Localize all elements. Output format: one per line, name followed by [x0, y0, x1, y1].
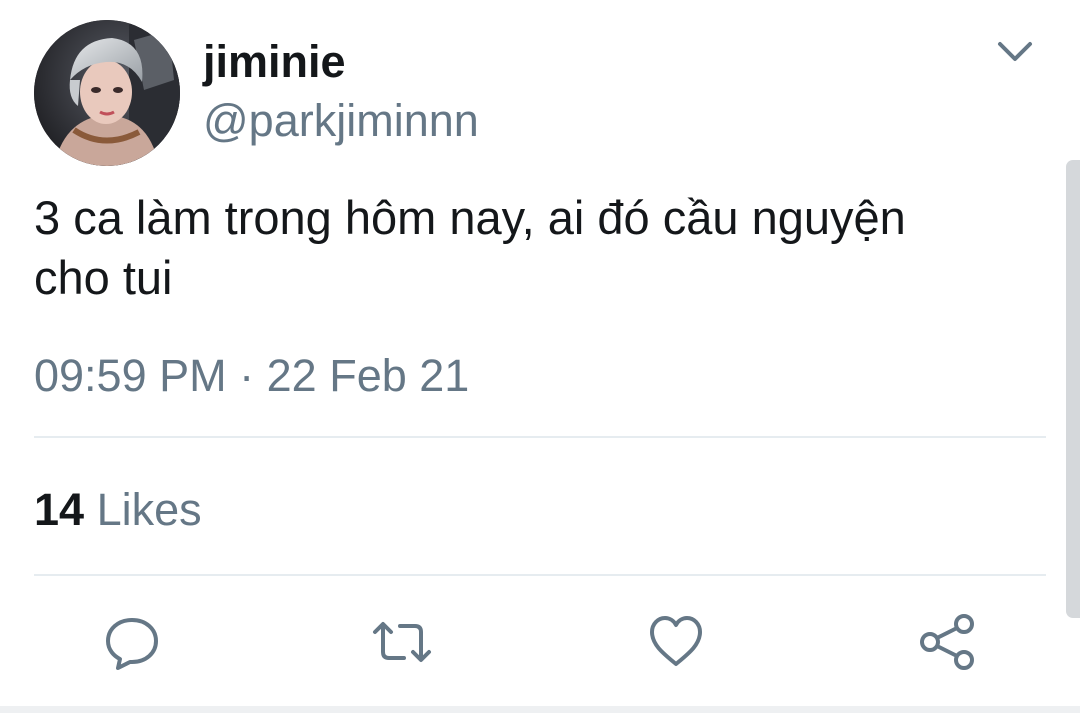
tweet-text-line: cho tui: [34, 251, 173, 304]
timestamp-separator: ·: [239, 350, 255, 401]
tweet-card: jiminie @parkjiminnn 3 ca làm trong hôm …: [0, 0, 1080, 713]
like-button[interactable]: [646, 612, 706, 672]
bottom-divider: [0, 706, 1080, 713]
reply-button[interactable]: [102, 612, 162, 672]
retweet-button[interactable]: [372, 612, 432, 672]
tweet-text: 3 ca làm trong hôm nay, ai đó cầu nguyện…: [34, 188, 1014, 308]
divider: [34, 436, 1046, 438]
user-handle[interactable]: @parkjiminnn: [203, 95, 479, 147]
tweet-text-line: 3 ca làm trong hôm nay, ai đó cầu nguyện: [34, 191, 906, 244]
scrollbar[interactable]: [1066, 160, 1080, 618]
share-button[interactable]: [918, 612, 978, 672]
chevron-down-icon[interactable]: [996, 38, 1034, 66]
tweet-time: 09:59 PM: [34, 350, 227, 401]
timestamp[interactable]: 09:59 PM · 22 Feb 21: [34, 348, 469, 404]
display-name[interactable]: jiminie: [203, 36, 346, 88]
retweet-icon: [373, 622, 431, 662]
divider: [34, 574, 1046, 576]
reply-icon: [106, 618, 158, 670]
avatar-image: [34, 20, 180, 166]
heart-icon: [650, 616, 702, 666]
likes-count: 14: [34, 484, 85, 535]
likes-label: Likes: [96, 484, 202, 535]
tweet-date: 22 Feb 21: [266, 350, 470, 401]
share-icon: [920, 614, 974, 670]
likes-summary[interactable]: 14 Likes: [34, 482, 202, 538]
avatar[interactable]: [34, 20, 180, 166]
